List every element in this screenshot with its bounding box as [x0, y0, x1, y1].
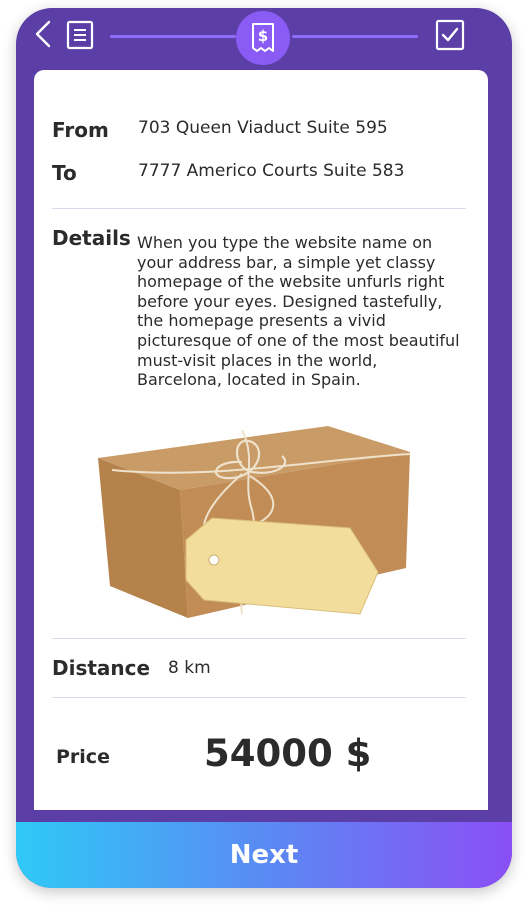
stepper-bar: $ [16, 8, 512, 68]
divider-distance [52, 697, 466, 698]
price-label: Price [56, 746, 110, 768]
next-button[interactable]: Next [16, 822, 512, 888]
phone-frame: $ From 703 Queen Viaduct Suite 595 To 77… [16, 8, 512, 888]
chevron-left-icon[interactable] [32, 19, 54, 49]
to-label: To [52, 161, 77, 185]
from-address: 703 Queen Viaduct Suite 595 [138, 118, 388, 138]
step-connector-1 [110, 35, 236, 38]
distance-value: 8 km [168, 658, 211, 678]
divider-route [52, 208, 466, 209]
details-label: Details [52, 226, 131, 250]
list-document-icon[interactable] [66, 20, 94, 50]
distance-label: Distance [52, 656, 151, 680]
from-label: From [52, 118, 109, 142]
checked-clipboard-icon[interactable] [434, 18, 466, 52]
svg-text:$: $ [258, 27, 268, 45]
step-connector-2 [292, 35, 418, 38]
divider-details [52, 638, 466, 639]
details-text: When you type the website name on your a… [137, 233, 460, 390]
order-summary-card: From 703 Queen Viaduct Suite 595 To 7777… [34, 70, 488, 810]
price-value: 54000 $ [204, 732, 372, 775]
parcel-with-tag-image [98, 426, 411, 618]
dollar-receipt-icon[interactable]: $ [236, 11, 290, 65]
to-address: 7777 Americo Courts Suite 583 [138, 161, 405, 181]
